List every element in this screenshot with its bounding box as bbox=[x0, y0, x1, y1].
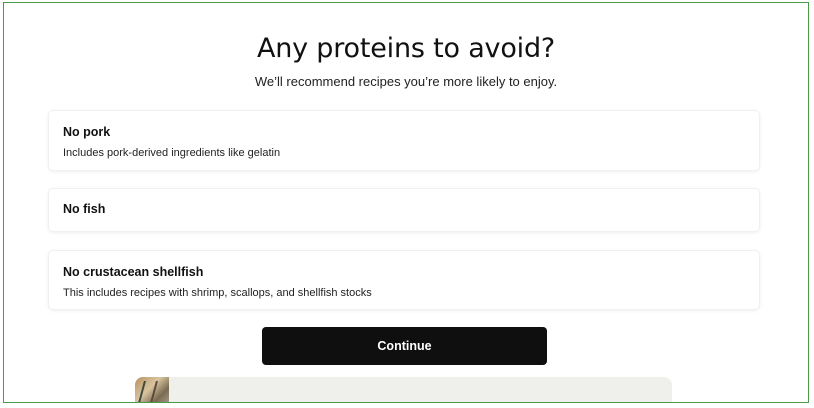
option-title: No pork bbox=[63, 125, 111, 139]
option-description: Includes pork-derived ingredients like g… bbox=[63, 147, 281, 159]
option-no-crustacean-shellfish[interactable]: No crustacean shellfish This includes re… bbox=[49, 251, 759, 309]
page-subtitle: We’ll recommend recipes you’re more like… bbox=[254, 74, 558, 89]
continue-button[interactable]: Continue bbox=[262, 327, 547, 365]
option-no-pork[interactable]: No pork Includes pork-derived ingredient… bbox=[49, 111, 759, 170]
option-title: No fish bbox=[63, 202, 106, 216]
onboarding-panel: Any proteins to avoid? We’ll recommend r… bbox=[3, 2, 809, 403]
option-description: This includes recipes with shrimp, scall… bbox=[63, 287, 372, 299]
option-no-fish[interactable]: No fish bbox=[49, 189, 759, 231]
promo-card bbox=[135, 377, 672, 402]
option-title: No crustacean shellfish bbox=[63, 265, 204, 279]
promo-image bbox=[135, 377, 169, 402]
page-title: Any proteins to avoid? bbox=[256, 33, 556, 64]
